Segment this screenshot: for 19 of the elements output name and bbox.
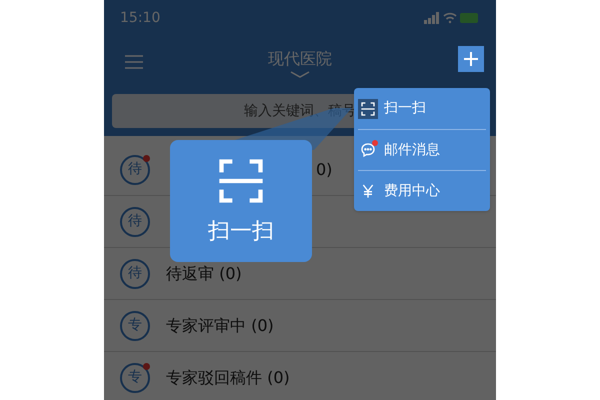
callout-label: 扫一扫 — [208, 218, 274, 246]
menu-icon[interactable] — [124, 54, 144, 70]
status-icons — [424, 12, 480, 24]
add-button[interactable] — [458, 46, 484, 72]
plus-icon — [463, 51, 479, 67]
app-title[interactable]: 现代医院 — [268, 46, 332, 70]
status-badge: 专 — [120, 310, 150, 340]
row-label[interactable]: 待返审 (0) — [166, 262, 242, 286]
row-label[interactable]: 专家评审中 (0) — [166, 314, 274, 338]
status-time: 15:10 — [120, 8, 160, 28]
chevron-down-icon[interactable] — [290, 70, 310, 78]
menu-item[interactable]: 费用中心 — [358, 170, 486, 211]
menu-item[interactable]: 邮件消息 — [358, 129, 486, 170]
row-label[interactable]: 专家驳回稿件 (0) — [166, 366, 290, 390]
yen-icon — [360, 183, 376, 199]
status-badge: 待 — [120, 206, 150, 236]
chat-bubble-icon — [360, 142, 376, 158]
row-label[interactable]: 0) — [316, 158, 332, 182]
status-badge: 待 — [120, 258, 150, 288]
